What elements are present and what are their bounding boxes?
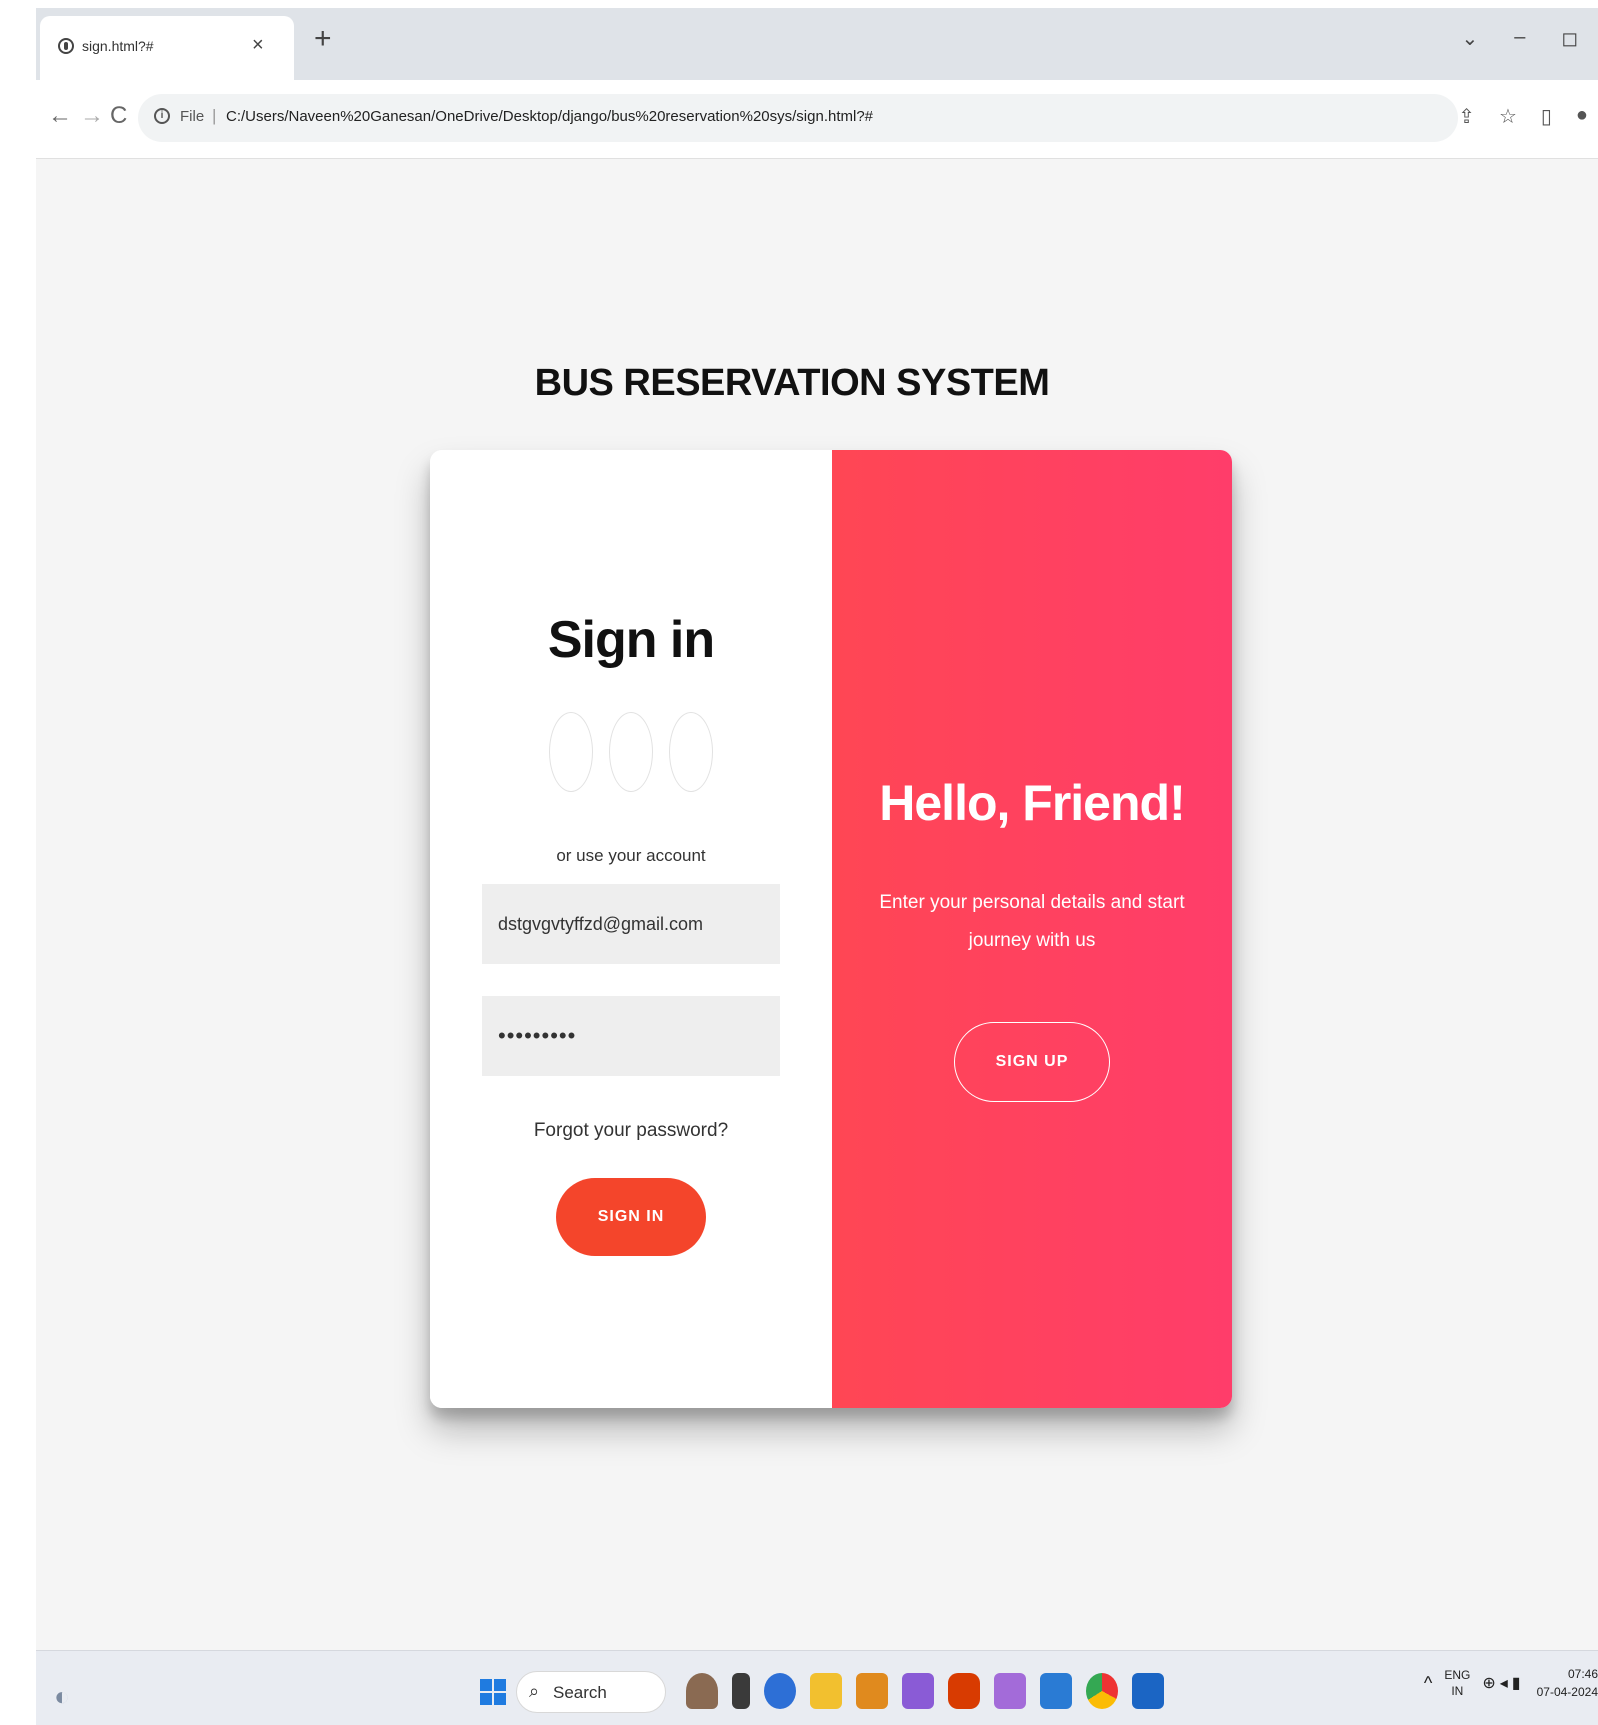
start-icon[interactable] (480, 1679, 506, 1705)
social-icons (430, 712, 832, 797)
clock-time: 07:46 (1567, 1667, 1598, 1681)
social-icon-2[interactable] (609, 712, 653, 792)
animal-app-icon[interactable] (686, 1673, 718, 1709)
browser-toolbar: ← → C i File | C:/Users/Naveen%20Ganesan… (36, 80, 1598, 159)
new-tab-button[interactable]: + (314, 22, 332, 56)
address-bar[interactable]: i File | C:/Users/Naveen%20Ganesan/OneDr… (138, 94, 1458, 142)
url-separator: | (212, 106, 217, 125)
language-indicator[interactable]: ENG IN (1444, 1667, 1470, 1699)
dev-app-icon[interactable] (764, 1673, 796, 1709)
close-icon[interactable]: × (252, 34, 264, 57)
overlay-panel: Hello, Friend! Enter your personal detai… (832, 450, 1232, 1408)
file-explorer-icon[interactable] (732, 1673, 750, 1709)
signin-panel: Sign in or use your account Forgot your … (430, 450, 832, 1408)
signin-button[interactable]: SIGN IN (556, 1178, 706, 1256)
forgot-password-link[interactable]: Forgot your password? (430, 1120, 832, 1142)
email-field[interactable] (482, 884, 780, 964)
restore-icon[interactable]: ◻ (1561, 26, 1578, 51)
region-code: IN (1451, 1684, 1464, 1698)
signin-subtitle: or use your account (556, 846, 706, 865)
edge-icon[interactable]: ◐ (54, 1681, 70, 1712)
url-text[interactable]: C:/Users/Naveen%20Ganesan/OneDrive/Deskt… (226, 108, 873, 125)
taskbar: ◐ ⌕ Search ^ ENG IN ⊕◂▮ 07:46 07-04-2024 (36, 1650, 1598, 1725)
reload-icon[interactable]: C (110, 102, 127, 130)
vscode-icon[interactable] (1040, 1673, 1072, 1709)
profile-icon[interactable]: ● (1576, 104, 1588, 129)
password-field[interactable] (482, 996, 780, 1076)
overlay-text: Enter your personal details and start jo… (879, 892, 1185, 951)
overlay-title: Hello, Friend! (879, 775, 1185, 831)
auth-card: Sign in or use your account Forgot your … (430, 450, 1232, 1408)
minimize-icon[interactable]: – (1514, 26, 1525, 51)
clock-date: 07-04-2024 (1536, 1685, 1598, 1699)
screen: sign.html?# × + ⌄ – ◻ ← → C i File | C:/… (36, 8, 1598, 1725)
social-icon-1[interactable] (548, 712, 593, 792)
visual-studio-2-icon[interactable] (994, 1673, 1026, 1709)
chevron-up-icon[interactable]: ^ (1424, 1673, 1432, 1694)
system-tray: ^ ENG IN ⊕◂▮ 07:46 07-04-2024 (1424, 1665, 1598, 1701)
sidebar-icon[interactable]: ▯ (1541, 104, 1552, 129)
star-icon[interactable]: ☆ (1499, 104, 1517, 129)
network-volume-battery-icons[interactable]: ⊕◂▮ (1482, 1673, 1524, 1693)
url-scheme: File (180, 108, 205, 125)
signup-button[interactable]: SIGN UP (954, 1022, 1110, 1102)
info-icon[interactable]: i (154, 108, 170, 124)
visual-studio-icon[interactable] (902, 1673, 934, 1709)
window-controls: ⌄ – ◻ (1462, 26, 1579, 51)
back-icon[interactable]: ← (48, 102, 72, 130)
social-icon-3[interactable] (669, 712, 714, 792)
page-title: BUS RESERVATION SYSTEM (534, 362, 1050, 404)
forward-icon[interactable]: → (80, 102, 104, 130)
search-label: Search (553, 1683, 607, 1702)
clock[interactable]: 07:46 07-04-2024 (1537, 1665, 1598, 1701)
sublime-icon[interactable] (856, 1673, 888, 1709)
globe-icon (58, 38, 74, 54)
tab-active[interactable]: sign.html?# × (40, 16, 294, 80)
photos-icon[interactable] (1132, 1673, 1164, 1709)
tab-title: sign.html?# (82, 38, 154, 54)
taskbar-apps (686, 1673, 1164, 1709)
chevron-down-icon[interactable]: ⌄ (1462, 26, 1479, 51)
share-icon[interactable]: ⇪ (1458, 104, 1475, 129)
search-icon: ⌕ (529, 1681, 540, 1701)
folder-icon[interactable] (810, 1673, 842, 1709)
chrome-icon[interactable] (1086, 1673, 1118, 1709)
tab-strip: sign.html?# × + ⌄ – ◻ (36, 8, 1598, 80)
office-icon[interactable] (948, 1673, 980, 1709)
language-code: ENG (1444, 1668, 1471, 1682)
signin-title: Sign in (547, 611, 715, 669)
taskbar-search[interactable]: ⌕ Search (516, 1671, 666, 1713)
toolbar-actions: ⇪ ☆ ▯ ● (1458, 104, 1588, 129)
